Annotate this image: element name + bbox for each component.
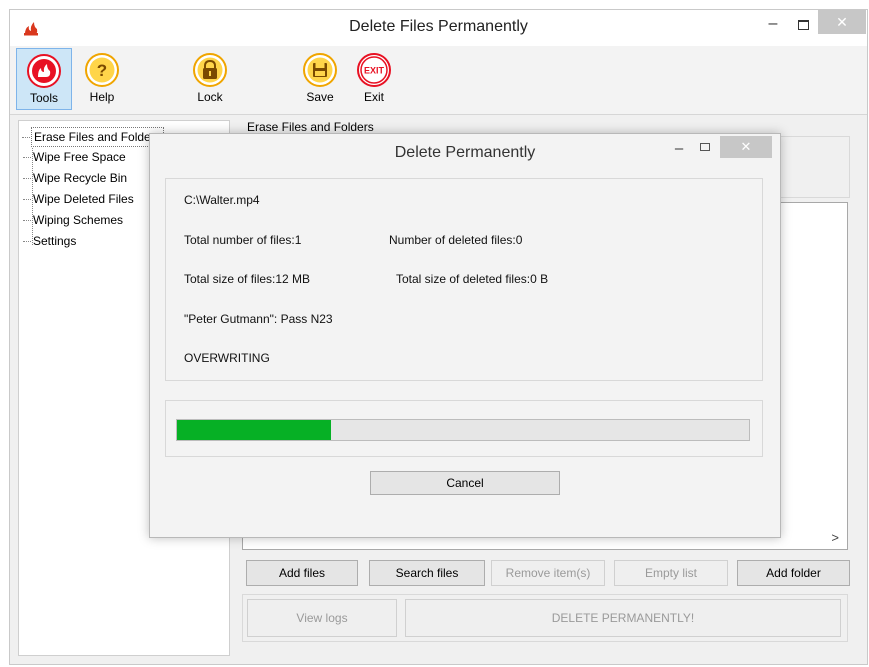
deleted-files-text: Number of deleted files:0: [389, 233, 523, 247]
tools-label: Tools: [29, 91, 58, 105]
scroll-right-arrow[interactable]: >: [831, 530, 839, 545]
svg-text:EXIT: EXIT: [364, 66, 385, 76]
view-logs-button[interactable]: View logs: [247, 599, 397, 637]
dialog-maximize-button[interactable]: [698, 140, 712, 154]
minimize-button[interactable]: –: [762, 14, 784, 36]
tree-item-erase-files[interactable]: Erase Files and Folders: [22, 127, 164, 147]
delete-permanently-button[interactable]: DELETE PERMANENTLY!: [405, 599, 841, 637]
tree-item-wipe-recycle-bin[interactable]: Wipe Recycle Bin: [22, 169, 127, 187]
scheme-pass-text: "Peter Gutmann": Pass N23: [184, 312, 333, 326]
save-label: Save: [306, 90, 334, 104]
file-path-text: C:\Walter.mp4: [184, 193, 260, 207]
window-title: Delete Files Permanently: [349, 18, 528, 35]
help-label: Help: [89, 90, 115, 104]
help-icon: ?: [85, 53, 119, 87]
status-text: OVERWRITING: [184, 351, 270, 365]
progress-bar: [176, 419, 750, 441]
progress-fill: [177, 420, 332, 440]
lock-icon: [193, 53, 227, 87]
total-size-text: Total size of files:12 MB: [184, 272, 311, 286]
lock-label: Lock: [197, 90, 223, 104]
title-bar: Delete Files Permanently – ✕: [10, 10, 867, 46]
action-group: View logs DELETE PERMANENTLY!: [242, 594, 848, 642]
toolbar: Tools ? Help Lock Save EXIT Exit: [10, 46, 867, 115]
dialog-minimize-button[interactable]: –: [668, 140, 690, 157]
save-button[interactable]: Save: [292, 48, 348, 110]
progress-group: [165, 400, 763, 457]
exit-icon: EXIT: [357, 53, 391, 87]
maximize-button[interactable]: [792, 14, 814, 36]
dialog-close-button[interactable]: ✕: [720, 136, 772, 158]
panel-title: Erase Files and Folders: [247, 120, 374, 134]
tools-icon: [27, 54, 61, 88]
save-icon: [303, 53, 337, 87]
info-group: C:\Walter.mp4 Total number of files:1 Nu…: [165, 178, 763, 381]
cancel-button[interactable]: Cancel: [370, 471, 560, 495]
total-files-text: Total number of files:1: [184, 233, 302, 247]
deleted-size-text: Total size of deleted files:0 B: [396, 272, 549, 286]
tree-item-wiping-schemes[interactable]: Wiping Schemes: [22, 211, 123, 229]
remove-items-button[interactable]: Remove item(s): [491, 560, 605, 586]
exit-button[interactable]: EXIT Exit: [346, 48, 402, 110]
empty-list-button[interactable]: Empty list: [614, 560, 728, 586]
add-files-button[interactable]: Add files: [246, 560, 358, 586]
tree-item-wipe-free-space[interactable]: Wipe Free Space: [23, 148, 126, 166]
tree-item-settings[interactable]: Settings: [22, 232, 76, 250]
svg-text:?: ?: [97, 61, 107, 80]
tree-item-wipe-deleted-files[interactable]: Wipe Deleted Files: [23, 190, 134, 208]
lock-button[interactable]: Lock: [182, 48, 238, 110]
close-button[interactable]: ✕: [818, 10, 866, 34]
add-folder-button[interactable]: Add folder: [737, 560, 850, 586]
delete-progress-dialog: Delete Permanently – ✕ C:\Walter.mp4 Tot…: [149, 133, 781, 538]
help-button[interactable]: ? Help: [74, 48, 130, 110]
exit-label: Exit: [363, 90, 384, 104]
tools-button[interactable]: Tools: [16, 48, 72, 110]
search-files-button[interactable]: Search files: [369, 560, 485, 586]
